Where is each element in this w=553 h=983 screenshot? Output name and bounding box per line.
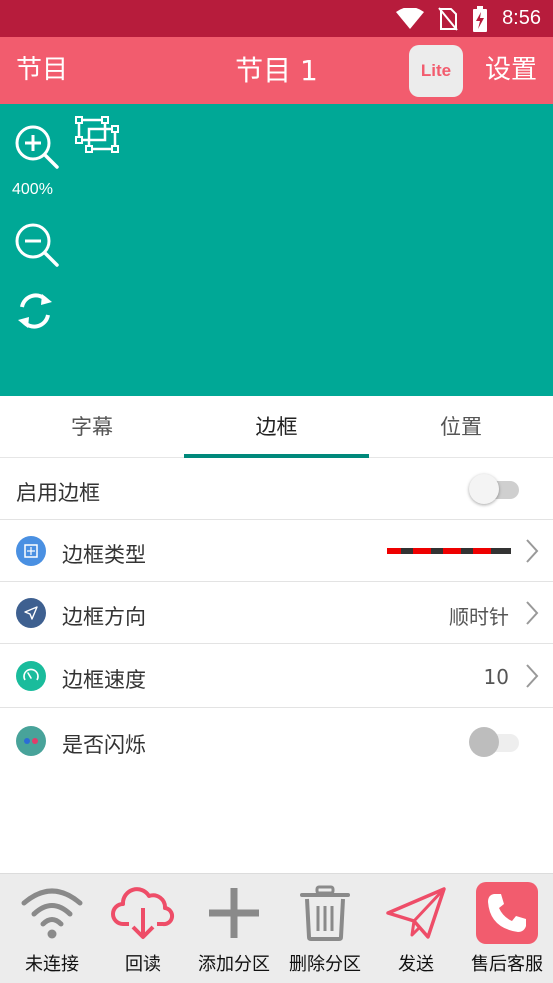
refresh-icon[interactable] [14,290,56,332]
enable-border-row: 启用边框 [0,458,553,520]
wifi-signal-icon [396,7,425,29]
blink-icon [16,726,46,756]
send-button[interactable]: 发送 [370,874,462,983]
status-bar: 8:56 [0,0,553,37]
chevron-right-icon [526,601,539,625]
blink-row: 是否闪烁 [0,708,553,774]
programs-button[interactable]: 节目 [16,37,68,104]
preview-canvas[interactable]: 400% [0,104,553,396]
add-zone-label: 添加分区 [198,954,270,975]
settings-button[interactable]: 设置 [485,37,537,104]
border-speed-row[interactable]: 边框速度 10 [0,644,553,708]
select-area-icon[interactable] [74,115,120,153]
plus-icon [209,888,259,938]
border-speed-value: 10 [483,665,509,689]
enable-border-toggle[interactable] [469,473,521,505]
customer-service-label: 售后客服 [471,954,543,975]
wifi-icon [21,888,83,939]
tab-subtitle[interactable]: 字幕 [0,396,184,458]
lite-badge-button[interactable]: Lite [409,45,463,97]
border-direction-label: 边框方向 [62,605,146,629]
delete-zone-label: 删除分区 [289,954,361,975]
add-zone-button[interactable]: 添加分区 [188,874,280,983]
connection-label: 未连接 [25,954,79,975]
enable-border-label: 启用边框 [16,481,100,505]
direction-icon [16,598,46,628]
toggle-knob [469,474,499,504]
zoom-in-icon[interactable] [14,124,60,170]
toggle-knob [469,727,499,757]
readback-button[interactable]: 回读 [97,874,189,983]
border-direction-row[interactable]: 边框方向 顺时针 [0,582,553,644]
zoom-level: 400% [12,181,53,198]
trash-icon [300,885,350,941]
blink-toggle[interactable] [469,726,521,758]
tab-position[interactable]: 位置 [369,396,553,458]
readback-label: 回读 [125,954,161,975]
page-title: 节目 1 [235,54,318,87]
chevron-right-icon [526,539,539,563]
send-icon [386,887,446,939]
send-label: 发送 [398,954,434,975]
battery-charging-icon [473,5,488,32]
border-direction-value: 顺时针 [449,605,509,629]
app-bar: 节目 节目 1 Lite 设置 [0,37,553,104]
zoom-out-icon[interactable] [14,222,60,268]
phone-icon [476,882,538,944]
speedometer-icon [16,661,46,691]
tab-bar: 字幕 边框 位置 [0,396,553,458]
tab-border[interactable]: 边框 [184,396,369,458]
delete-zone-button[interactable]: 删除分区 [279,874,371,983]
customer-service-button[interactable]: 售后客服 [461,874,553,983]
connection-button[interactable]: 未连接 [6,874,98,983]
border-type-icon [16,536,46,566]
status-icons: 8:56 [396,0,541,37]
cloud-download-icon [111,887,175,939]
status-time: 8:56 [502,7,541,29]
border-type-label: 边框类型 [62,543,146,567]
no-sim-icon [438,6,458,31]
bottom-toolbar: 未连接 回读 添加分区 删除分区 发送 售后客服 [0,873,553,983]
blink-label: 是否闪烁 [62,733,146,757]
border-type-preview [387,548,511,554]
border-type-row[interactable]: 边框类型 [0,520,553,582]
border-speed-label: 边框速度 [62,668,146,692]
chevron-right-icon [526,664,539,688]
